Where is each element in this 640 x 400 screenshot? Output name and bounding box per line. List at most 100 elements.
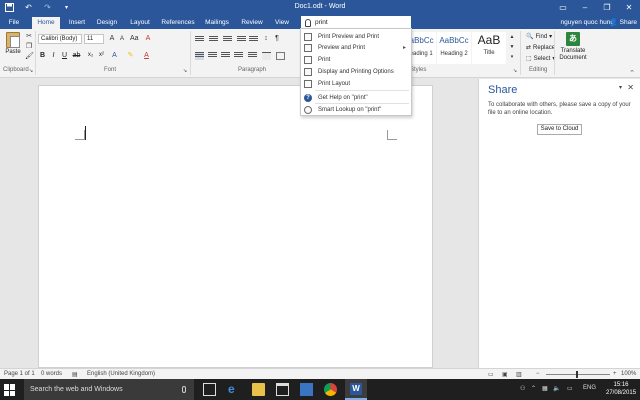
bullets-icon[interactable] <box>195 36 204 44</box>
font-color-icon[interactable]: A <box>142 51 151 60</box>
find-button[interactable]: 🔍 Find ▾ <box>526 33 552 41</box>
chrome-icon[interactable] <box>324 383 337 396</box>
read-mode-icon[interactable]: ▭ <box>488 371 494 378</box>
superscript-icon[interactable]: x² <box>97 51 106 60</box>
tab-view[interactable]: View <box>270 17 294 29</box>
align-right-icon[interactable] <box>221 52 230 60</box>
dropdown-item[interactable]: Print <box>301 54 411 65</box>
tab-insert[interactable]: Insert <box>63 17 91 29</box>
restore-icon[interactable]: ❐ <box>596 0 618 15</box>
sort-icon[interactable]: ↕ <box>262 35 270 43</box>
print-layout-icon[interactable]: ▣ <box>502 371 508 378</box>
word-count[interactable]: 0 words <box>41 371 62 377</box>
italic-icon[interactable]: I <box>49 51 58 60</box>
styles-scroll-up-icon[interactable]: ▲ <box>508 33 516 41</box>
save-to-cloud-button[interactable]: Save to Cloud <box>537 124 582 135</box>
tab-file[interactable]: File <box>2 17 26 29</box>
increase-indent-icon[interactable] <box>249 36 258 44</box>
numbering-icon[interactable] <box>209 36 218 44</box>
styles-more-icon[interactable]: ▾ <box>508 53 516 61</box>
file-explorer-icon[interactable] <box>252 383 265 396</box>
highlight-icon[interactable]: ✎ <box>126 51 135 60</box>
dialog-launcher-icon[interactable]: ↘ <box>27 67 35 75</box>
zoom-in-icon[interactable]: + <box>613 371 617 377</box>
input-language[interactable]: ENG <box>583 385 596 391</box>
volume-icon[interactable]: 🔈 <box>553 385 560 392</box>
styles-dialog-launcher-icon[interactable]: ↘ <box>511 67 519 75</box>
tab-review[interactable]: Review <box>238 17 266 29</box>
change-case-icon[interactable]: Aa <box>130 35 139 43</box>
dropdown-item[interactable]: Preview and Print ▸ <box>301 42 411 53</box>
tab-layout[interactable]: Layout <box>125 17 155 29</box>
task-view-icon[interactable] <box>203 383 216 396</box>
taskbar-clock[interactable]: 15:16 27/08/2015 <box>606 381 636 397</box>
align-left-icon[interactable] <box>195 52 204 60</box>
line-spacing-icon[interactable] <box>248 52 257 60</box>
replace-button[interactable]: ⇄ Replace <box>526 44 555 52</box>
edge-icon[interactable]: e <box>228 383 241 396</box>
shading-icon[interactable] <box>262 52 271 60</box>
zoom-out-icon[interactable]: − <box>536 371 540 377</box>
multilevel-list-icon[interactable] <box>223 36 232 44</box>
tab-home[interactable]: Home <box>32 17 60 29</box>
text-effects-icon[interactable]: A <box>110 51 119 60</box>
bold-icon[interactable]: B <box>38 51 47 60</box>
windows-start-icon[interactable] <box>4 384 16 396</box>
decrease-indent-icon[interactable] <box>237 36 246 44</box>
borders-icon[interactable] <box>276 52 285 60</box>
store-icon[interactable] <box>276 383 289 396</box>
paste-button[interactable]: Paste <box>4 32 22 55</box>
close-icon[interactable]: ✕ <box>618 0 640 15</box>
style-heading-2[interactable]: AaBbCc Heading 2 <box>437 32 471 64</box>
dropdown-item[interactable]: Display and Printing Options <box>301 66 411 77</box>
share-button[interactable]: 👤 Share <box>610 18 637 27</box>
grow-font-icon[interactable]: A <box>108 35 116 43</box>
collapse-ribbon-icon[interactable]: ⌃ <box>629 69 635 77</box>
minimize-icon[interactable]: – <box>574 0 596 15</box>
taskbar-search[interactable]: Search the web and Windows <box>24 379 194 400</box>
web-layout-icon[interactable]: ▥ <box>516 371 522 378</box>
cut-icon[interactable]: ✂ <box>25 33 33 41</box>
language-status[interactable]: English (United Kingdom) <box>87 371 155 377</box>
close-icon[interactable]: ✕ <box>627 83 634 92</box>
people-icon[interactable]: ⚇ <box>520 385 525 392</box>
show-marks-icon[interactable]: ¶ <box>273 35 281 43</box>
zoom-slider[interactable] <box>546 374 610 375</box>
network-icon[interactable]: ▦ <box>542 385 548 392</box>
ribbon-display-icon[interactable]: ▭ <box>552 0 574 15</box>
pane-options-icon[interactable]: ▾ <box>619 84 622 91</box>
page-count[interactable]: Page 1 of 1 <box>4 371 35 377</box>
zoom-slider-thumb[interactable] <box>576 371 578 378</box>
copy-icon[interactable]: ❐ <box>25 43 33 51</box>
font-dialog-launcher-icon[interactable]: ↘ <box>181 67 189 75</box>
tab-mailings[interactable]: Mailings <box>200 17 234 29</box>
clear-formatting-icon[interactable]: A <box>144 35 152 43</box>
app-icon[interactable] <box>300 383 313 396</box>
microphone-icon[interactable] <box>182 386 186 393</box>
strikethrough-icon[interactable]: ab <box>72 51 81 60</box>
tab-references[interactable]: References <box>158 17 198 29</box>
translate-document-button[interactable]: あ Translate Document <box>558 32 588 62</box>
underline-icon[interactable]: U <box>60 51 69 60</box>
format-painter-icon[interactable]: 🖌 <box>25 53 34 61</box>
font-size-select[interactable]: 11 <box>84 34 104 44</box>
subscript-icon[interactable]: x₂ <box>86 51 95 60</box>
style-title[interactable]: AaB Title <box>472 32 506 64</box>
notification-icon[interactable]: ▭ <box>567 385 573 392</box>
dropdown-item[interactable]: Print Preview and Print <box>301 31 411 42</box>
font-family-select[interactable]: Calibri (Body) <box>38 34 82 44</box>
user-name[interactable]: nguyen quoc hung <box>561 19 615 26</box>
tab-design[interactable]: Design <box>93 17 121 29</box>
dropdown-item[interactable]: Print Layout <box>301 78 411 89</box>
select-button[interactable]: ⬚ Select ▾ <box>526 55 555 63</box>
styles-scroll-down-icon[interactable]: ▼ <box>508 43 516 51</box>
document-page[interactable] <box>38 85 433 368</box>
justify-icon[interactable] <box>234 52 243 60</box>
dropdown-item[interactable]: Smart Lookup on "print" <box>301 104 411 115</box>
align-center-icon[interactable] <box>208 52 217 60</box>
proofing-icon[interactable]: ▤ <box>72 371 78 378</box>
dropdown-item[interactable]: ? Get Help on "print" <box>301 92 411 103</box>
word-taskbar-button[interactable]: W <box>345 379 367 400</box>
zoom-level[interactable]: 100% <box>621 371 636 377</box>
tell-me-input[interactable]: print <box>315 19 328 26</box>
